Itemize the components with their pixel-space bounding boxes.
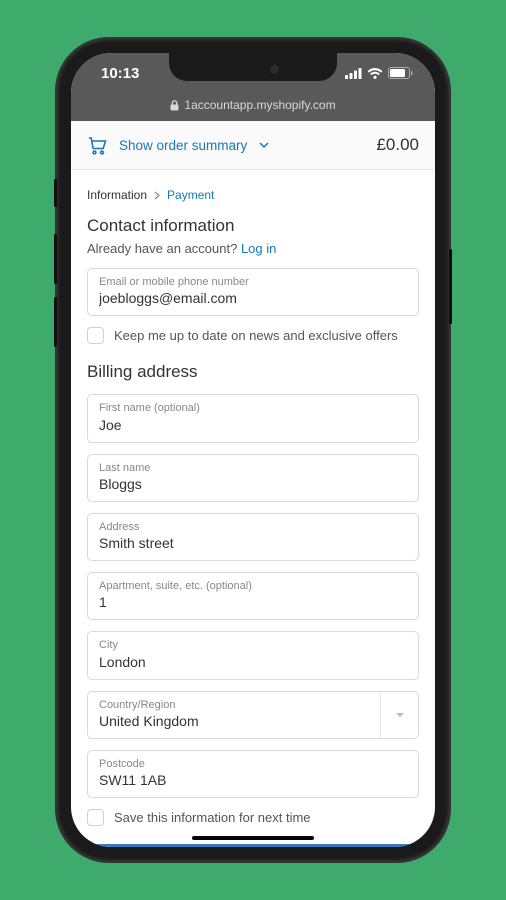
address-input[interactable]: [99, 534, 407, 553]
billing-heading: Billing address: [87, 362, 419, 382]
billing-section: Billing address First name (optional) La…: [71, 348, 435, 826]
caret-down-icon: [395, 712, 405, 718]
first-name-label: First name (optional): [99, 401, 407, 415]
address-label: Address: [99, 520, 407, 534]
home-indicator[interactable]: [192, 836, 314, 841]
first-name-field[interactable]: First name (optional): [87, 394, 419, 442]
email-input[interactable]: [99, 289, 407, 308]
chevron-down-icon: [259, 142, 269, 148]
volume-up-button: [54, 234, 57, 284]
country-dropdown-icon[interactable]: [380, 692, 418, 738]
login-link[interactable]: Log in: [241, 241, 276, 256]
marketing-checkbox[interactable]: [87, 327, 104, 344]
first-name-input[interactable]: [99, 416, 407, 435]
marketing-label: Keep me up to date on news and exclusive…: [114, 328, 398, 343]
breadcrumb-step-payment[interactable]: Payment: [167, 188, 214, 202]
volume-down-button: [54, 297, 57, 347]
continue-button[interactable]: Continue to payment: [87, 844, 419, 847]
order-summary-toggle[interactable]: Show order summary £0.00: [71, 121, 435, 170]
chevron-right-icon: [154, 191, 160, 200]
contact-subtext: Already have an account? Log in: [87, 241, 419, 256]
phone-frame: 10:13 1accountapp.myshopify.com Show ord…: [57, 39, 449, 861]
apartment-label: Apartment, suite, etc. (optional): [99, 579, 407, 593]
save-info-row[interactable]: Save this information for next time: [87, 809, 419, 826]
summary-label: Show order summary: [119, 138, 247, 153]
status-indicators: [345, 67, 413, 79]
screen: 10:13 1accountapp.myshopify.com Show ord…: [71, 53, 435, 847]
cellular-icon: [345, 68, 362, 79]
silent-switch: [54, 179, 57, 207]
country-label: Country/Region: [99, 698, 407, 712]
breadcrumb-step-information[interactable]: Information: [87, 188, 147, 202]
city-label: City: [99, 638, 407, 652]
apartment-field[interactable]: Apartment, suite, etc. (optional): [87, 572, 419, 620]
city-field[interactable]: City: [87, 631, 419, 679]
city-input[interactable]: [99, 653, 407, 672]
lock-icon: [170, 100, 179, 111]
status-time: 10:13: [101, 65, 139, 82]
content-area[interactable]: Show order summary £0.00 Information Pay…: [71, 121, 435, 847]
cart-icon: [87, 136, 107, 155]
last-name-field[interactable]: Last name: [87, 454, 419, 502]
country-value: United Kingdom: [99, 712, 407, 731]
email-field-wrap[interactable]: Email or mobile phone number: [87, 268, 419, 316]
address-field[interactable]: Address: [87, 513, 419, 561]
email-label: Email or mobile phone number: [99, 275, 407, 289]
postcode-input[interactable]: [99, 771, 407, 790]
contact-heading: Contact information: [87, 216, 419, 236]
wifi-icon: [367, 68, 383, 79]
contact-section: Contact information Already have an acco…: [71, 202, 435, 344]
save-info-label: Save this information for next time: [114, 810, 311, 825]
breadcrumb: Information Payment: [71, 170, 435, 202]
battery-icon: [388, 67, 413, 79]
url-bar[interactable]: 1accountapp.myshopify.com: [71, 93, 435, 121]
last-name-label: Last name: [99, 461, 407, 475]
country-field[interactable]: Country/Region United Kingdom: [87, 691, 419, 739]
status-bar: 10:13: [71, 53, 435, 93]
url-text: 1accountapp.myshopify.com: [184, 98, 335, 112]
postcode-field[interactable]: Postcode: [87, 750, 419, 798]
postcode-label: Postcode: [99, 757, 407, 771]
marketing-optin-row[interactable]: Keep me up to date on news and exclusive…: [87, 327, 419, 344]
save-info-checkbox[interactable]: [87, 809, 104, 826]
power-button: [449, 249, 452, 324]
order-total: £0.00: [376, 135, 419, 155]
last-name-input[interactable]: [99, 475, 407, 494]
apartment-input[interactable]: [99, 593, 407, 612]
contact-sub-label: Already have an account?: [87, 241, 241, 256]
